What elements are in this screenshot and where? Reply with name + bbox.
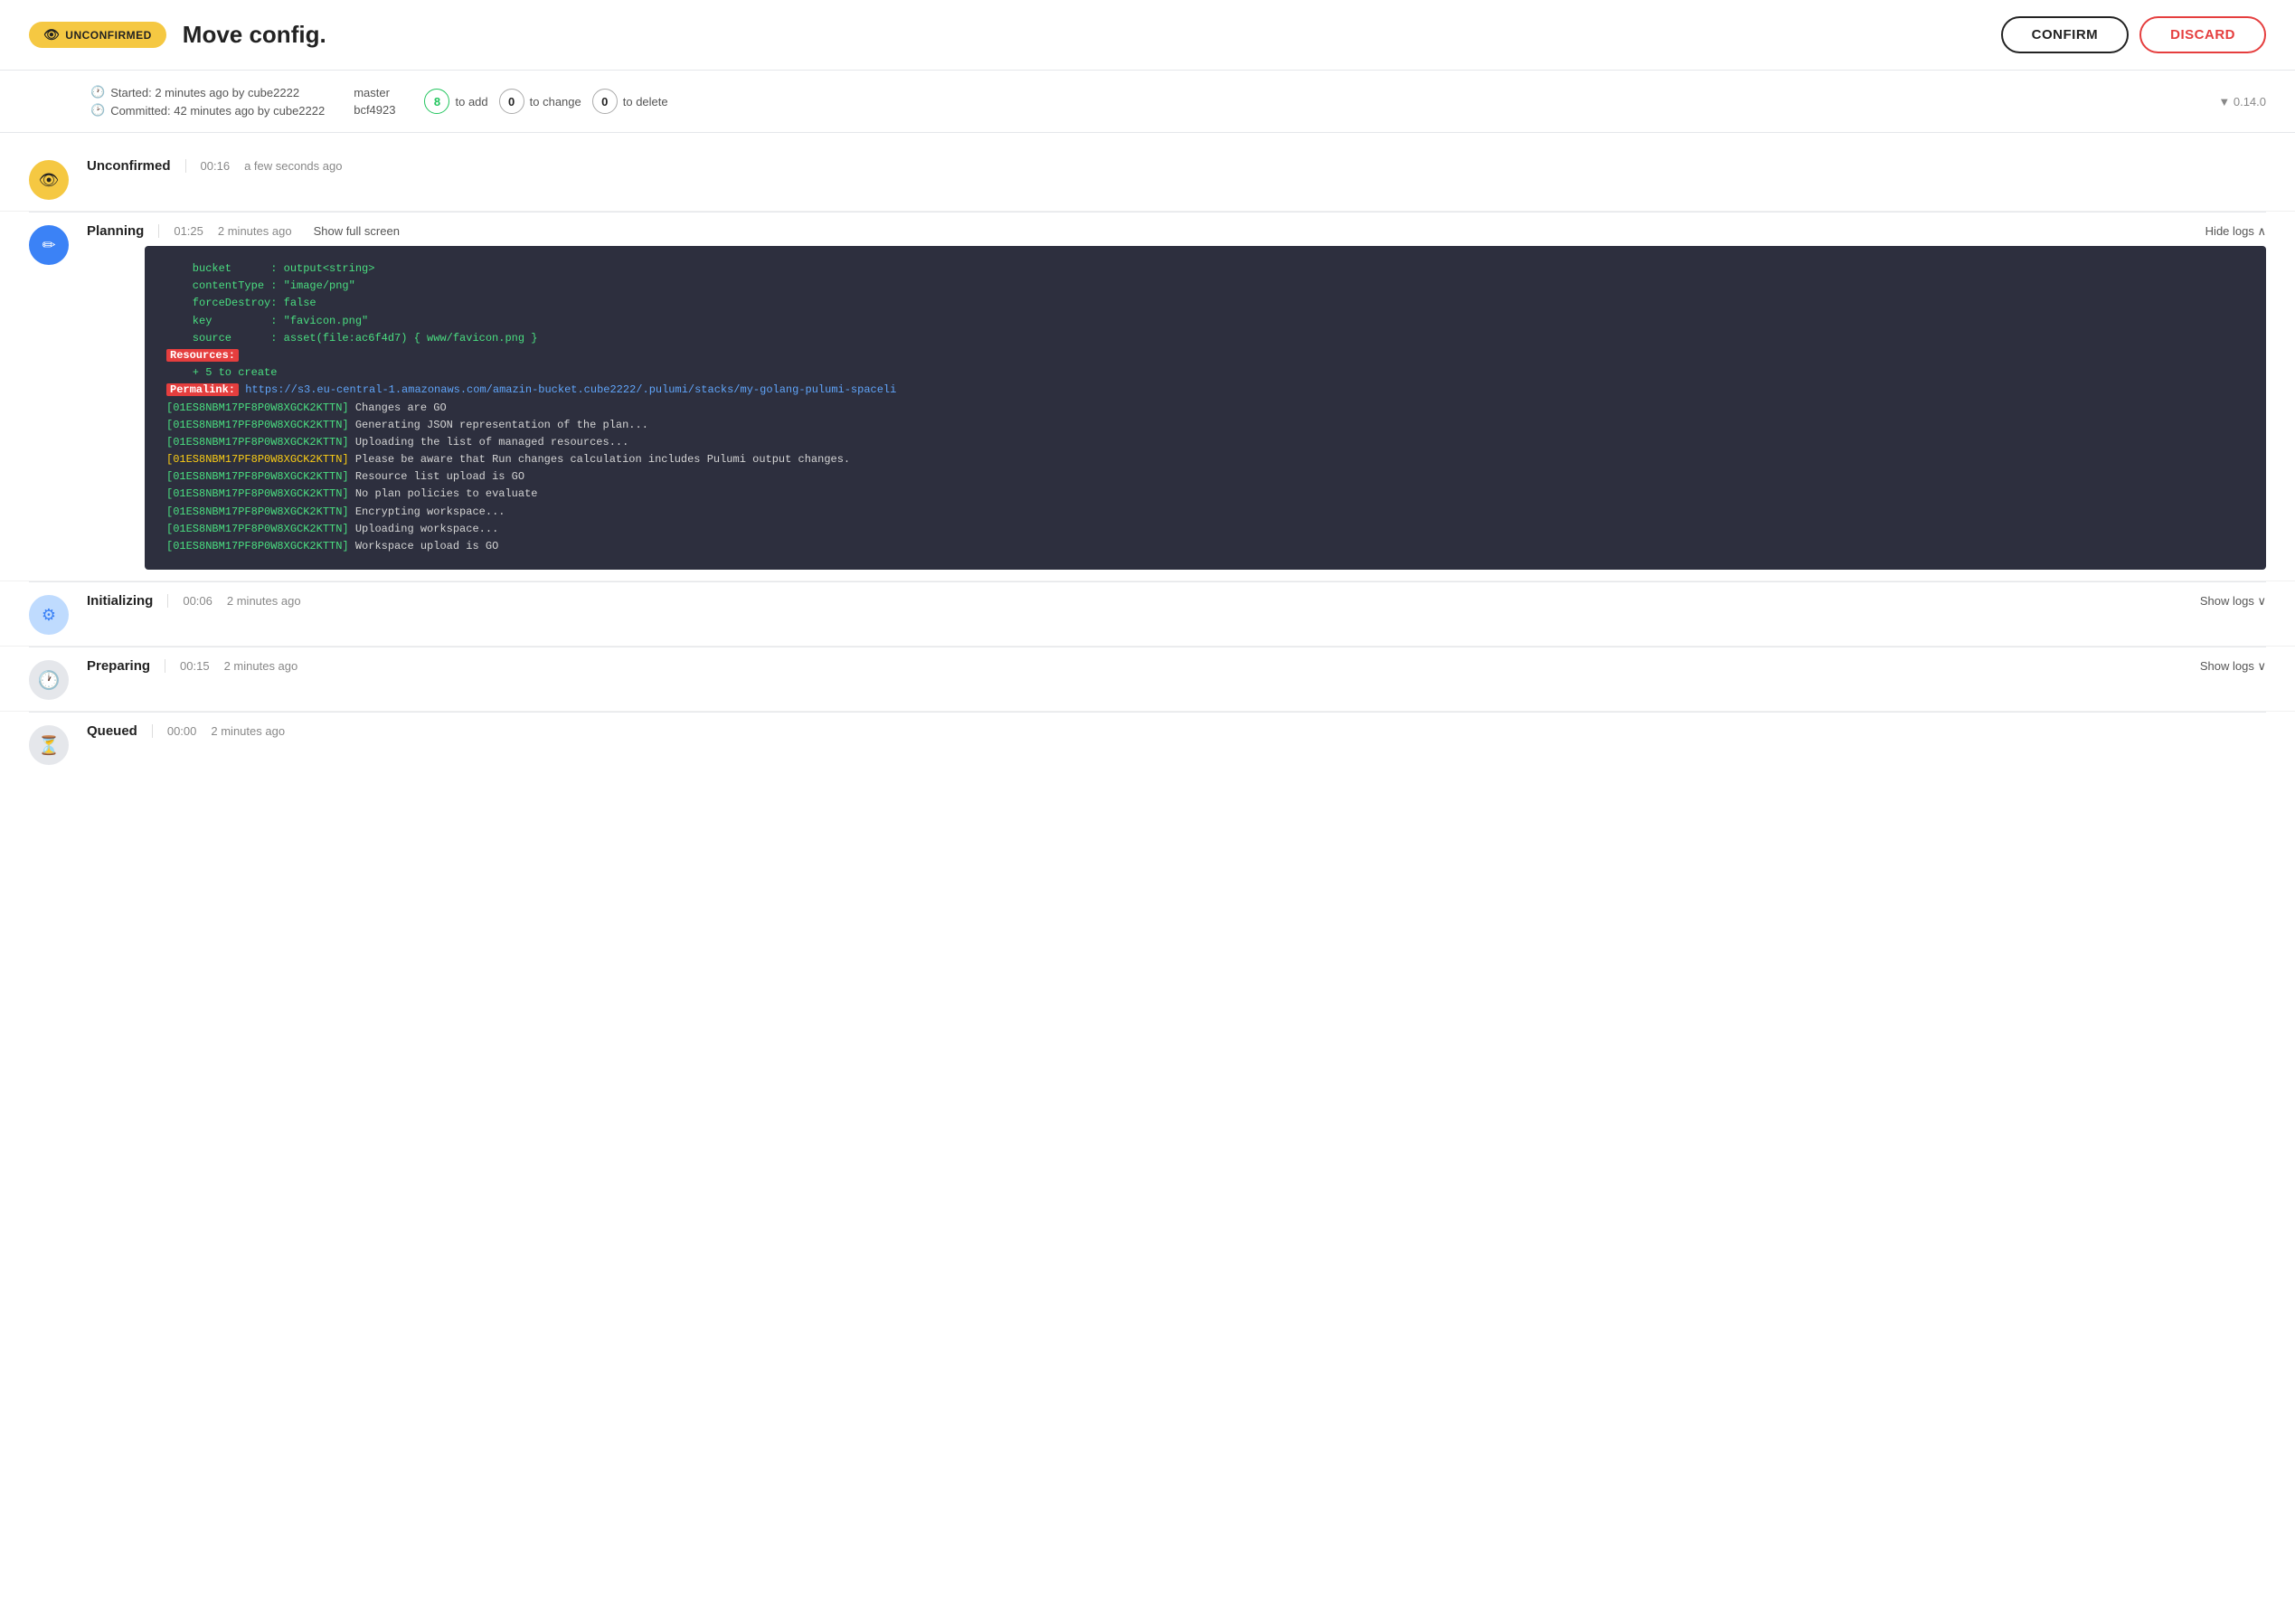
step-initializing: ⚙ Initializing 00:06 2 minutes ago Show … (0, 582, 2295, 647)
log-line: Resources: (166, 347, 2244, 364)
preparing-header: Preparing 00:15 2 minutes ago Show logs … (87, 658, 2266, 674)
planning-content: Planning 01:25 2 minutes ago Show full s… (87, 223, 2266, 570)
planning-time: 2 minutes ago (218, 224, 292, 238)
planning-log-panel: bucket : output<string> contentType : "i… (145, 246, 2266, 570)
log-line: forceDestroy: false (166, 295, 2244, 312)
committed-text: 🕑 Committed: 42 minutes ago by cube2222 (90, 103, 325, 118)
initializing-name: Initializing (87, 593, 153, 609)
eye-icon: 👁 (43, 27, 60, 42)
delete-count-pill: 0 (592, 89, 618, 114)
unconfirmed-header: Unconfirmed 00:16 a few seconds ago (87, 158, 2266, 174)
queued-name: Queued (87, 723, 137, 739)
step-queued: ⏳ Queued 00:00 2 minutes ago (0, 713, 2295, 776)
unconfirmed-duration: 00:16 (185, 159, 231, 173)
preparing-content: Preparing 00:15 2 minutes ago Show logs … (87, 658, 2266, 674)
log-line: [01ES8NBM17PF8P0W8XGCK2KTTN] Uploading t… (166, 434, 2244, 451)
log-line: [01ES8NBM17PF8P0W8XGCK2KTTN] Generating … (166, 417, 2244, 434)
log-line: [01ES8NBM17PF8P0W8XGCK2KTTN] Please be a… (166, 451, 2244, 468)
meta-version: ▼ 0.14.0 (2218, 95, 2266, 109)
initializing-icon: ⚙ (29, 595, 69, 635)
preparing-name: Preparing (87, 658, 150, 674)
queued-header: Queued 00:00 2 minutes ago (87, 723, 2266, 739)
planning-icon: ✏ (29, 225, 69, 265)
change-count-pill: 0 (499, 89, 524, 114)
log-line: [01ES8NBM17PF8P0W8XGCK2KTTN] Workspace u… (166, 538, 2244, 555)
page-title: Move config. (183, 21, 2001, 49)
initializing-header: Initializing 00:06 2 minutes ago Show lo… (87, 593, 2266, 609)
log-line: + 5 to create (166, 364, 2244, 382)
step-unconfirmed: 👁 Unconfirmed 00:16 a few seconds ago (0, 147, 2295, 212)
preparing-time: 2 minutes ago (224, 659, 298, 673)
change-count: 0 to change (499, 89, 581, 114)
confirm-button[interactable]: CONFIRM (2001, 16, 2130, 53)
planning-header: Planning 01:25 2 minutes ago Show full s… (87, 223, 2266, 239)
started-text: 🕐 Started: 2 minutes ago by cube2222 (90, 85, 325, 99)
queued-time: 2 minutes ago (211, 724, 285, 738)
meta-counts: 8 to add 0 to change 0 to delete (424, 89, 667, 114)
branch-name: master (354, 86, 395, 99)
log-line: Permalink: https://s3.eu-central-1.amazo… (166, 382, 2244, 399)
meta-bar: 🕐 Started: 2 minutes ago by cube2222 🕑 C… (0, 71, 2295, 133)
unconfirmed-time: a few seconds ago (244, 159, 342, 173)
unconfirmed-badge: 👁 UNCONFIRMED (29, 22, 166, 48)
log-line: key : "favicon.png" (166, 313, 2244, 330)
queued-duration: 00:00 (152, 724, 197, 738)
header-actions: CONFIRM DISCARD (2001, 16, 2266, 53)
commit-hash: bcf4923 (354, 103, 395, 117)
log-line: [01ES8NBM17PF8P0W8XGCK2KTTN] No plan pol… (166, 486, 2244, 503)
add-count: 8 to add (424, 89, 487, 114)
unconfirmed-icon: 👁 (29, 160, 69, 200)
meta-timestamps: 🕐 Started: 2 minutes ago by cube2222 🕑 C… (90, 85, 325, 118)
show-full-screen-button[interactable]: Show full screen (314, 224, 400, 238)
discard-button[interactable]: DISCARD (2139, 16, 2266, 53)
delete-count: 0 to delete (592, 89, 668, 114)
log-line: [01ES8NBM17PF8P0W8XGCK2KTTN] Encrypting … (166, 504, 2244, 521)
initializing-show-logs-button[interactable]: Show logs ∨ (2200, 594, 2266, 609)
log-line: bucket : output<string> (166, 260, 2244, 278)
add-label: to add (455, 95, 487, 109)
hide-logs-button[interactable]: Hide logs ∧ (2205, 224, 2266, 239)
step-preparing: 🕐 Preparing 00:15 2 minutes ago Show log… (0, 647, 2295, 712)
initializing-content: Initializing 00:06 2 minutes ago Show lo… (87, 593, 2266, 609)
header: 👁 UNCONFIRMED Move config. CONFIRM DISCA… (0, 0, 2295, 71)
log-line: [01ES8NBM17PF8P0W8XGCK2KTTN] Uploading w… (166, 521, 2244, 538)
planning-duration: 01:25 (158, 224, 203, 238)
delete-label: to delete (623, 95, 668, 109)
preparing-duration: 00:15 (165, 659, 210, 673)
clock-icon: 🕐 (90, 85, 105, 99)
queued-content: Queued 00:00 2 minutes ago (87, 723, 2266, 739)
log-line: [01ES8NBM17PF8P0W8XGCK2KTTN] Resource li… (166, 468, 2244, 486)
add-count-pill: 8 (424, 89, 449, 114)
preparing-icon: 🕐 (29, 660, 69, 700)
preparing-show-logs-button[interactable]: Show logs ∨ (2200, 659, 2266, 674)
log-line: source : asset(file:ac6f4d7) { www/favic… (166, 330, 2244, 347)
change-label: to change (530, 95, 581, 109)
timeline: 👁 Unconfirmed 00:16 a few seconds ago ✏ … (0, 133, 2295, 790)
unconfirmed-content: Unconfirmed 00:16 a few seconds ago (87, 158, 2266, 174)
clock2-icon: 🕑 (90, 103, 105, 118)
initializing-time: 2 minutes ago (227, 594, 301, 608)
meta-branch: master bcf4923 (354, 86, 395, 117)
initializing-duration: 00:06 (167, 594, 212, 608)
planning-name: Planning (87, 223, 144, 239)
log-line: contentType : "image/png" (166, 278, 2244, 295)
log-line: [01ES8NBM17PF8P0W8XGCK2KTTN] Changes are… (166, 400, 2244, 417)
step-planning: ✏ Planning 01:25 2 minutes ago Show full… (0, 212, 2295, 581)
queued-icon: ⏳ (29, 725, 69, 765)
unconfirmed-name: Unconfirmed (87, 158, 171, 174)
badge-label: UNCONFIRMED (65, 29, 152, 42)
